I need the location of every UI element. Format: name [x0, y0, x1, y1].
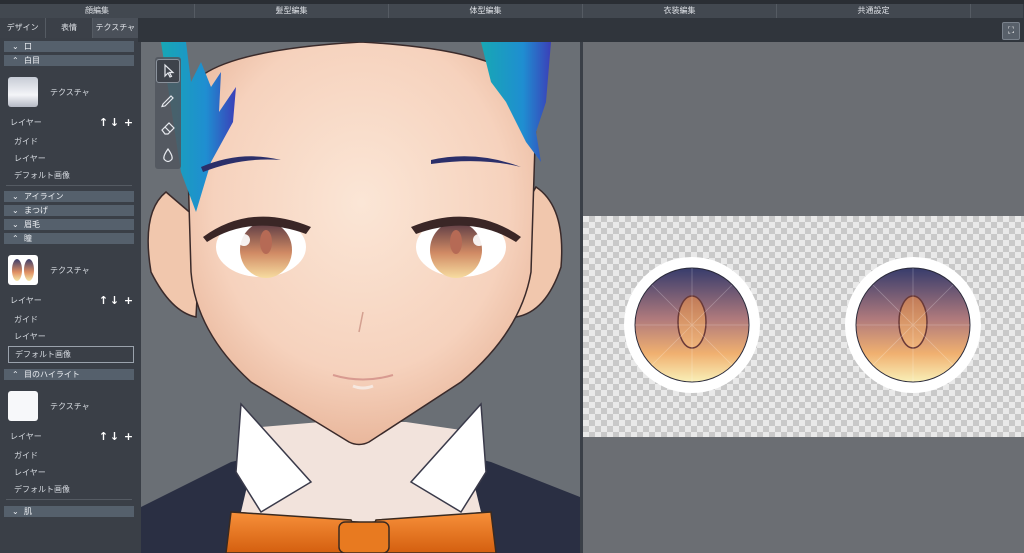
arrow-down-icon[interactable]: ↓: [109, 430, 120, 444]
layer-label: レイヤー: [10, 432, 42, 441]
tab-face-edit[interactable]: 顔編集: [0, 4, 195, 18]
texture-row: テクスチャ: [8, 72, 134, 112]
layer-item-guide[interactable]: ガイド: [8, 133, 134, 150]
pen-tool-icon[interactable]: [156, 87, 180, 111]
layer-item-default-image[interactable]: デフォルト画像: [8, 481, 134, 498]
view-icon: ⛶: [1007, 26, 1015, 36]
chevron-up-icon: ⌃: [12, 56, 19, 65]
layer-item-guide[interactable]: ガイド: [8, 311, 134, 328]
tab-design[interactable]: デザイン: [0, 18, 47, 38]
layer-item-layer[interactable]: レイヤー: [8, 464, 134, 481]
section-title: まつげ: [24, 206, 48, 215]
texture-label: テクスチャ: [50, 265, 90, 275]
layer-item-default-image[interactable]: デフォルト画像: [8, 346, 134, 363]
layer-label: レイヤー: [10, 296, 42, 305]
model-viewport[interactable]: [141, 42, 580, 553]
texture-label: テクスチャ: [50, 87, 90, 97]
arrow-down-icon[interactable]: ↓: [109, 116, 120, 130]
chevron-down-icon: ⌄: [12, 220, 19, 229]
select-tool-icon[interactable]: [156, 59, 180, 83]
eraser-tool-icon[interactable]: [156, 115, 180, 139]
chevron-down-icon: ⌄: [12, 42, 19, 51]
section-header-skin[interactable]: ⌄ 肌: [4, 506, 134, 517]
chevron-up-icon: ⌃: [12, 234, 19, 243]
section-title: 眉毛: [24, 220, 40, 229]
arrow-up-icon[interactable]: ↑: [98, 116, 109, 130]
layer-item-guide[interactable]: ガイド: [8, 447, 134, 464]
section-title: 目のハイライト: [24, 370, 80, 379]
texture-thumbnail[interactable]: [8, 391, 38, 421]
fill-tool-icon[interactable]: [156, 143, 180, 167]
divider: [6, 185, 132, 186]
section-title: 瞳: [24, 234, 32, 243]
chevron-down-icon: ⌄: [12, 507, 19, 516]
tool-palette: [155, 57, 181, 169]
reset-view-button[interactable]: ⛶: [1002, 22, 1020, 40]
section-header-eye-highlight[interactable]: ⌃ 目のハイライト: [4, 369, 134, 380]
section-title: 白目: [24, 56, 40, 65]
arrow-up-icon[interactable]: ↑: [98, 430, 109, 444]
character-face-render: [141, 42, 580, 553]
plus-icon[interactable]: +: [123, 294, 134, 308]
section-title: アイライン: [24, 192, 64, 201]
texture-label: テクスチャ: [50, 401, 90, 411]
tab-hair-edit[interactable]: 髪型編集: [195, 4, 389, 18]
section-header-iris[interactable]: ⌃ 瞳: [4, 233, 134, 244]
mode-tab-bar: 顔編集 髪型編集 体型編集 衣装編集 共通設定: [0, 4, 1024, 18]
layer-row: レイヤー ↑ ↓ +: [10, 430, 134, 444]
left-iris-texture: [624, 257, 760, 393]
texture-thumbnail[interactable]: [8, 77, 38, 107]
section-title: 肌: [24, 507, 32, 516]
tab-common-settings[interactable]: 共通設定: [777, 4, 971, 18]
layer-list: ガイド レイヤー デフォルト画像: [8, 133, 134, 184]
layer-row: レイヤー ↑ ↓ +: [10, 116, 134, 130]
chevron-up-icon: ⌃: [12, 370, 19, 379]
arrow-down-icon[interactable]: ↓: [109, 294, 120, 308]
tab-costume-edit[interactable]: 衣装編集: [583, 4, 777, 18]
chevron-down-icon: ⌄: [12, 206, 19, 215]
texture-editor-canvas[interactable]: [583, 42, 1024, 553]
texture-sidebar: ⌄ 口 ⌃ 白目 テクスチャ レイヤー ↑ ↓ + ガイド レイヤー デフォルト画像…: [0, 38, 138, 553]
tab-texture[interactable]: テクスチャ: [92, 18, 138, 38]
layer-row: レイヤー ↑ ↓ +: [10, 294, 134, 308]
layer-list: ガイド レイヤー デフォルト画像: [8, 447, 134, 498]
section-header-eyeline[interactable]: ⌄ アイライン: [4, 191, 134, 202]
right-iris-texture: [845, 257, 981, 393]
section-header-mouth[interactable]: ⌄ 口: [4, 41, 134, 52]
layer-item-layer[interactable]: レイヤー: [8, 150, 134, 167]
tab-body-edit[interactable]: 体型編集: [389, 4, 583, 18]
tab-overflow: [971, 4, 1023, 18]
plus-icon[interactable]: +: [123, 116, 134, 130]
texture-row: テクスチャ: [8, 250, 134, 290]
arrow-up-icon[interactable]: ↑: [98, 294, 109, 308]
texture-row: テクスチャ: [8, 386, 134, 426]
layer-item-layer[interactable]: レイヤー: [8, 328, 134, 345]
divider: [6, 499, 132, 500]
tab-expression[interactable]: 表情: [46, 18, 93, 38]
texture-thumbnail[interactable]: [8, 255, 38, 285]
section-header-sclera[interactable]: ⌃ 白目: [4, 55, 134, 66]
layer-label: レイヤー: [10, 118, 42, 127]
layer-list: ガイド レイヤー デフォルト画像: [8, 311, 134, 363]
plus-icon[interactable]: +: [123, 430, 134, 444]
viewport-toolbar: ⛶: [138, 18, 1024, 42]
iris-texture-preview: [624, 257, 981, 393]
layer-item-default-image[interactable]: デフォルト画像: [8, 167, 134, 184]
section-title: 口: [24, 42, 32, 51]
chevron-down-icon: ⌄: [12, 192, 19, 201]
section-header-eyelashes[interactable]: ⌄ まつげ: [4, 205, 134, 216]
section-header-eyebrows[interactable]: ⌄ 眉毛: [4, 219, 134, 230]
sub-tab-bar: デザイン 表情 テクスチャ: [0, 18, 138, 38]
